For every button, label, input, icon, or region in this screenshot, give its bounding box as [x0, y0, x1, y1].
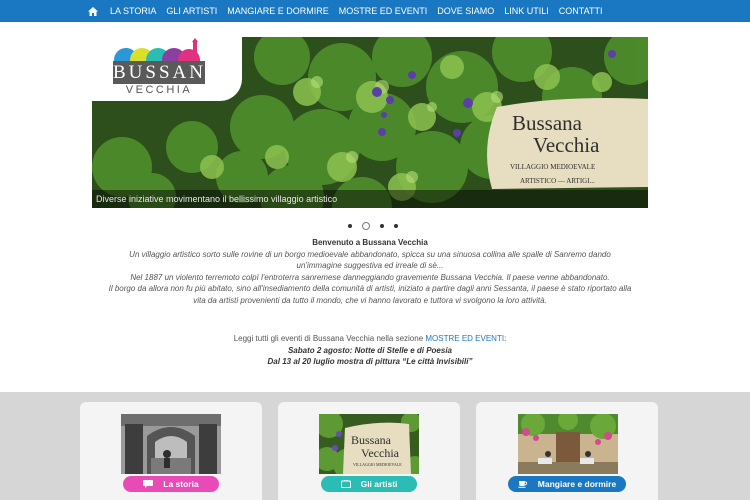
nav-gli-artisti[interactable]: GLI ARTISTI: [166, 6, 217, 16]
top-navigation: LA STORIA GLI ARTISTI MANGIARE E DORMIRE…: [0, 0, 750, 22]
logo-subtitle: VECCHIA: [125, 84, 193, 96]
events-section: Leggi tutti gli eventi di Bussana Vecchi…: [90, 333, 650, 368]
intro-title: Benvenuto a Bussana Vecchia: [312, 238, 428, 247]
card-label: La storia: [163, 479, 199, 489]
intro-line: vita da artisti provenienti da tutto il …: [193, 295, 547, 305]
nav-mangiare-e-dormire[interactable]: MANGIARE E DORMIRE: [227, 6, 329, 16]
card-mangiare-e-dormire-image[interactable]: [518, 414, 618, 474]
svg-text:VILLAGGIO MEDIOEVALE: VILLAGGIO MEDIOEVALE: [353, 462, 402, 467]
events-lead-end: :: [504, 334, 507, 343]
card-gli-artisti-image[interactable]: Bussana Vecchia VILLAGGIO MEDIOEVALE: [319, 414, 419, 474]
coffee-cup-icon: [518, 480, 528, 488]
slider-dot-4[interactable]: [394, 224, 398, 228]
sign-text-3: VILLAGGIO MEDIOEVALE: [510, 163, 595, 171]
nav-link-utili[interactable]: LINK UTILI: [504, 6, 549, 16]
slider-dot-1[interactable]: [348, 224, 352, 228]
intro-text: Benvenuto a Bussana Vecchia Un villaggio…: [90, 237, 650, 306]
intro-line: un'immagine suggestiva ed irreale di sè.…: [296, 261, 444, 270]
home-icon[interactable]: [86, 0, 100, 22]
tv-icon: [340, 480, 351, 488]
card-label: Mangiare e dormire: [537, 479, 617, 489]
intro-line: Il borgo da allora non fu più abitato, s…: [108, 284, 632, 293]
card-gli-artisti-button[interactable]: Gli artisti: [321, 476, 417, 492]
intro-line: Un villaggio artistico sorto sulle rovin…: [129, 249, 611, 259]
card-mangiare-e-dormire-button[interactable]: Mangiare e dormire: [508, 476, 626, 492]
card-label: Gli artisti: [360, 479, 398, 489]
nav-la-storia[interactable]: LA STORIA: [110, 6, 156, 16]
sign-text-2: Vecchia: [533, 133, 600, 157]
events-link[interactable]: MOSTRE ED EVENTI: [425, 334, 504, 343]
svg-text:Bussana: Bussana: [351, 433, 392, 447]
logo-title[interactable]: BUSSANA: [113, 61, 220, 84]
nav-dove-siamo[interactable]: DOVE SIAMO: [437, 6, 494, 16]
sign-text-4: ARTISTICO — ARTIGI...: [520, 177, 595, 185]
card-la-storia-button[interactable]: La storia: [123, 476, 219, 492]
events-lead: Leggi tutti gli eventi di Bussana Vecchi…: [233, 334, 426, 343]
nav-contatti[interactable]: CONTATTI: [559, 6, 603, 16]
slider-dot-3[interactable]: [380, 224, 384, 228]
event-item: Dal 13 al 20 luglio mostra di pittura “L…: [267, 357, 473, 366]
events-lead-line: Leggi tutti gli eventi di Bussana Vecchi…: [90, 333, 650, 345]
nav-mostre-ed-eventi[interactable]: MOSTRE ED EVENTI: [339, 6, 428, 16]
slider-pagination: [348, 222, 408, 230]
sign-text-1: Bussana: [512, 111, 583, 135]
card-la-storia-image[interactable]: [121, 414, 221, 474]
svg-text:Vecchia: Vecchia: [361, 446, 400, 460]
event-item: Sabato 2 agosto: Notte di Stelle e di Po…: [287, 345, 453, 355]
hero-caption: Diverse iniziative movimentano il bellis…: [92, 190, 648, 208]
intro-line: Nel 1887 un violento terremoto colpì l'e…: [130, 272, 610, 282]
chat-bubble-icon: [143, 480, 154, 488]
logo-mark[interactable]: [113, 38, 205, 62]
slider-dot-2[interactable]: [362, 222, 370, 230]
